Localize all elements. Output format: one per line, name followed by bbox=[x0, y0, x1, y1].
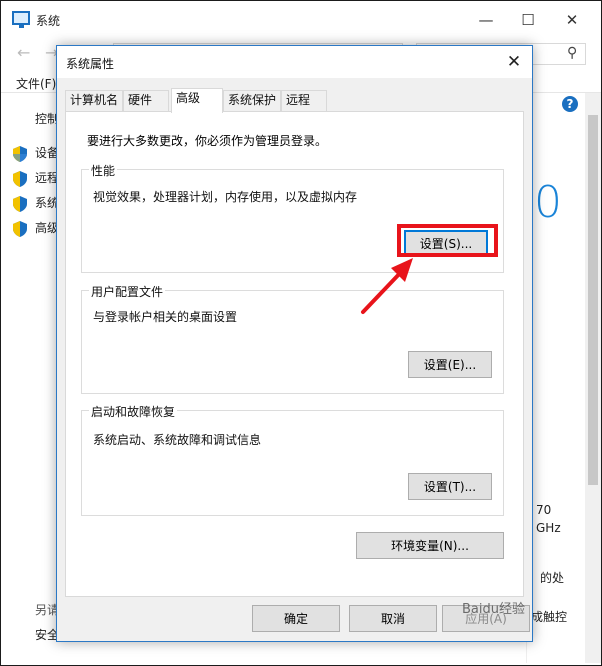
side-link-remote[interactable]: 远程 bbox=[13, 169, 59, 187]
close-icon[interactable]: ✕ bbox=[500, 49, 528, 75]
help-icon[interactable]: ? bbox=[562, 96, 578, 112]
system-window-title: 系统 bbox=[36, 14, 61, 28]
dialog-title: 系统属性 bbox=[66, 57, 115, 71]
admin-note: 要进行大多数更改，你必须作为管理员登录。 bbox=[87, 134, 328, 148]
group-description: 视觉效果，处理器计划，内存使用，以及虚拟内存 bbox=[93, 190, 358, 204]
info-fragment: GHz bbox=[536, 521, 561, 535]
info-fragment: 的处 bbox=[540, 571, 565, 585]
startup-recovery-settings-button[interactable]: 设置(T)... bbox=[408, 473, 492, 500]
ok-button[interactable]: 确定 bbox=[252, 605, 340, 632]
tab-hardware[interactable]: 硬件 bbox=[123, 90, 169, 111]
advanced-tab-panel: 要进行大多数更改，你必须作为管理员登录。 性能 视觉效果，处理器计划，内存使用，… bbox=[65, 111, 524, 597]
tab-remote[interactable]: 远程 bbox=[281, 90, 327, 111]
tab-advanced[interactable]: 高级 bbox=[171, 88, 223, 113]
side-link-advanced[interactable]: 高级 bbox=[13, 219, 59, 237]
info-fragment: 70 bbox=[536, 503, 552, 517]
close-button[interactable]: ✕ bbox=[557, 7, 587, 33]
search-icon[interactable]: ⚲ bbox=[567, 45, 577, 61]
startup-recovery-group: 启动和故障恢复 系统启动、系统故障和调试信息 设置(T)... bbox=[81, 403, 504, 516]
maximize-button[interactable]: ☐ bbox=[513, 7, 543, 33]
shield-icon bbox=[13, 145, 27, 162]
minimize-button[interactable]: — bbox=[471, 7, 501, 33]
cancel-button[interactable]: 取消 bbox=[349, 605, 437, 632]
scrollbar-thumb[interactable] bbox=[588, 115, 598, 485]
user-profiles-group: 用户配置文件 与登录帐户相关的桌面设置 设置(E)... bbox=[81, 283, 504, 394]
info-fragment: 成触控 bbox=[531, 610, 568, 624]
tab-system-protection[interactable]: 系统保护 bbox=[223, 90, 281, 111]
system-properties-dialog: 系统属性 ✕ 计算机名 硬件 高级 系统保护 远程 要进行大多数更改，你必须作为… bbox=[56, 45, 533, 642]
group-title: 启动和故障恢复 bbox=[89, 403, 178, 420]
shield-icon bbox=[13, 220, 27, 237]
dialog-titlebar: 系统属性 ✕ bbox=[57, 46, 532, 78]
group-title: 用户配置文件 bbox=[89, 283, 166, 300]
group-title: 性能 bbox=[89, 162, 118, 179]
computer-icon bbox=[12, 11, 30, 28]
group-description: 系统启动、系统故障和调试信息 bbox=[93, 433, 262, 447]
system-window-titlebar: 系统 — ☐ ✕ bbox=[1, 1, 601, 37]
shield-icon bbox=[13, 170, 27, 187]
environment-variables-button[interactable]: 环境变量(N)... bbox=[356, 532, 504, 559]
side-link-system[interactable]: 系统 bbox=[13, 194, 59, 212]
watermark-text: Baidu经验 bbox=[462, 602, 525, 617]
group-description: 与登录帐户相关的桌面设置 bbox=[93, 310, 238, 324]
performance-group: 性能 视觉效果，处理器计划，内存使用，以及虚拟内存 设置(S)... bbox=[81, 162, 504, 273]
red-arrow-icon bbox=[361, 258, 413, 314]
side-link-device[interactable]: 设备 bbox=[13, 144, 59, 162]
tab-computer-name[interactable]: 计算机名 bbox=[65, 90, 123, 111]
shield-icon bbox=[13, 195, 27, 212]
user-profiles-settings-button[interactable]: 设置(E)... bbox=[408, 351, 492, 378]
menu-file[interactable]: 文件(F) bbox=[16, 75, 56, 92]
back-arrow-icon[interactable]: ← bbox=[17, 43, 30, 62]
windows-version-number: 0 bbox=[534, 177, 562, 228]
